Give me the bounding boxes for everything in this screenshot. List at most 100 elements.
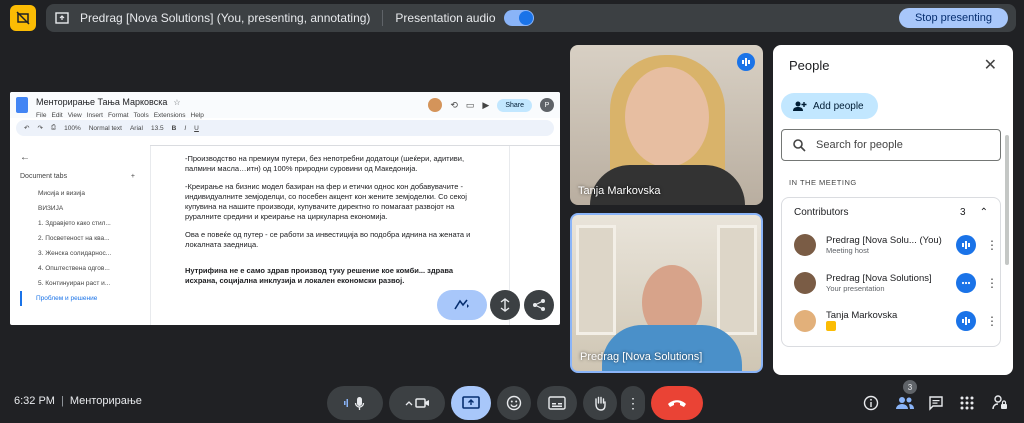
leave-call-button[interactable] xyxy=(651,386,703,420)
scrollbar[interactable] xyxy=(1005,135,1009,265)
participant-face xyxy=(625,67,709,167)
menu-extensions[interactable]: Extensions xyxy=(154,112,186,119)
captions-icon xyxy=(548,396,566,410)
doc-paragraph: -Креирање на бизнис модел базиран на фер… xyxy=(185,182,467,221)
participant-row[interactable]: Predrag [Nova Solu... (You) Meeting host… xyxy=(782,226,1000,264)
activities-button[interactable] xyxy=(954,390,980,416)
search-placeholder: Search for people xyxy=(816,139,903,151)
host-controls-button[interactable] xyxy=(987,390,1013,416)
more-options-icon[interactable]: ⋮ xyxy=(986,238,998,252)
add-people-label: Add people xyxy=(813,100,864,112)
menu-tools[interactable]: Tools xyxy=(134,112,149,119)
people-count-badge: 3 xyxy=(903,380,917,394)
doc-tabs-label: Document tabs xyxy=(20,173,68,180)
history-icon[interactable]: ⟲ xyxy=(450,100,458,111)
doc-tab-item[interactable]: ВИЗИЈА xyxy=(20,201,135,216)
participant-role: Meeting host xyxy=(826,246,869,255)
print-icon[interactable]: ⎙ xyxy=(51,124,56,132)
style-select[interactable]: Normal text xyxy=(89,125,122,132)
doc-tab-item[interactable]: Мисија и визија xyxy=(20,186,135,201)
video-tile-tanja[interactable]: Tanja Markovska xyxy=(570,45,763,205)
presentation-audio-toggle[interactable] xyxy=(503,10,534,26)
stop-presenting-button[interactable]: Stop presenting xyxy=(898,8,1008,28)
notifications-off-icon[interactable] xyxy=(10,5,36,31)
docs-icon xyxy=(16,97,28,113)
doc-tab-item[interactable]: 5. Континуиран раст и... xyxy=(20,276,135,291)
meeting-details-button[interactable] xyxy=(858,390,884,416)
doc-tab-item[interactable]: 3. Женска солидарнос... xyxy=(20,246,135,261)
avatar xyxy=(794,310,816,332)
menu-format[interactable]: Format xyxy=(108,112,129,119)
underline-icon[interactable]: U xyxy=(194,125,199,132)
search-people-input[interactable]: Search for people xyxy=(781,129,1001,161)
redo-icon[interactable]: ↷ xyxy=(37,124,42,132)
reactions-button[interactable] xyxy=(497,386,531,420)
italic-icon[interactable]: I xyxy=(184,125,186,132)
bold-icon[interactable]: B xyxy=(172,125,177,132)
participant-name: Predrag [Nova Solu... (You) xyxy=(826,235,942,246)
people-title: People xyxy=(789,57,830,73)
speaking-indicator-icon xyxy=(956,311,976,331)
avatar xyxy=(794,272,816,294)
zoom-select[interactable]: 100% xyxy=(64,125,81,132)
chevron-up-icon[interactable]: ⌃ xyxy=(980,207,988,218)
account-avatar[interactable]: P xyxy=(540,98,554,112)
divider xyxy=(382,10,384,26)
avatar xyxy=(794,234,816,256)
collaborator-avatar xyxy=(428,98,443,112)
chat-button[interactable] xyxy=(923,390,949,416)
more-options-icon[interactable]: ⋮ xyxy=(986,276,998,290)
info-icon xyxy=(863,395,879,411)
in-meeting-label: IN THE MEETING xyxy=(789,178,857,187)
undo-icon[interactable]: ↶ xyxy=(24,124,29,132)
move-annotation-icon[interactable] xyxy=(490,290,520,320)
doc-tab-item[interactable]: 2. Посветеност на ква... xyxy=(20,231,135,246)
participant-row[interactable]: Predrag [Nova Solutions] Your presentati… xyxy=(782,264,1000,302)
more-vert-icon: ⋮ xyxy=(626,394,640,411)
doc-tab-item[interactable]: 4. Општествена одгов... xyxy=(20,261,135,276)
back-arrow-icon[interactable]: ← xyxy=(20,152,135,163)
people-button[interactable] xyxy=(892,390,918,416)
more-options-button[interactable]: ⋮ xyxy=(621,386,645,420)
menu-view[interactable]: View xyxy=(68,112,82,119)
font-select[interactable]: Arial xyxy=(130,125,143,132)
star-icon[interactable]: ☆ xyxy=(173,98,180,107)
participant-name: Predrag [Nova Solutions] xyxy=(826,273,932,284)
raise-hand-button[interactable] xyxy=(583,386,617,420)
presentation-audio-label: Presentation audio xyxy=(395,11,496,25)
participant-row[interactable]: Tanja Markovska ⋮ xyxy=(782,302,1000,340)
doc-body[interactable]: -Производство на премиум путери, без неп… xyxy=(185,154,475,294)
chat-icon xyxy=(929,396,943,411)
share-annotation-icon[interactable] xyxy=(524,290,554,320)
camera-button[interactable] xyxy=(389,386,445,420)
share-button[interactable]: Share xyxy=(497,98,532,112)
font-size-field[interactable]: 13.5 xyxy=(151,125,164,132)
close-icon[interactable]: ✕ xyxy=(984,55,997,75)
present-screen-icon xyxy=(462,396,480,409)
doc-paragraph-bold: Нутрифина не е само здрав производ туку … xyxy=(185,266,454,285)
doc-menu-bar: File Edit View Insert Format Tools Exten… xyxy=(36,112,204,119)
more-options-icon[interactable]: ⋮ xyxy=(986,314,998,328)
contributors-header[interactable]: Contributors 3 ⌃ xyxy=(782,198,1000,226)
menu-file[interactable]: File xyxy=(36,112,46,119)
add-tab-icon[interactable]: + xyxy=(131,173,135,180)
present-now-button[interactable] xyxy=(451,386,491,420)
menu-help[interactable]: Help xyxy=(191,112,204,119)
menu-edit[interactable]: Edit xyxy=(51,112,62,119)
participant-role: Your presentation xyxy=(826,284,885,293)
comment-icon[interactable]: ▭ xyxy=(466,100,475,111)
apps-grid-icon xyxy=(960,396,974,410)
doc-tab-item-selected[interactable]: Проблем и решение xyxy=(20,291,135,306)
meet-icon[interactable]: ▶ xyxy=(482,100,489,111)
add-people-button[interactable]: Add people xyxy=(781,93,878,119)
microphone-button[interactable] xyxy=(327,386,383,420)
bookshelf xyxy=(576,225,616,335)
camera-icon xyxy=(405,398,429,408)
menu-insert[interactable]: Insert xyxy=(87,112,103,119)
doc-tab-item[interactable]: 1. Здравјето како стил... xyxy=(20,216,135,231)
captions-button[interactable] xyxy=(537,386,577,420)
ruler xyxy=(150,138,560,146)
participant-role xyxy=(826,320,956,333)
annotate-pen-button[interactable] xyxy=(437,290,487,320)
video-tile-predrag[interactable]: Predrag [Nova Solutions] xyxy=(570,213,763,373)
